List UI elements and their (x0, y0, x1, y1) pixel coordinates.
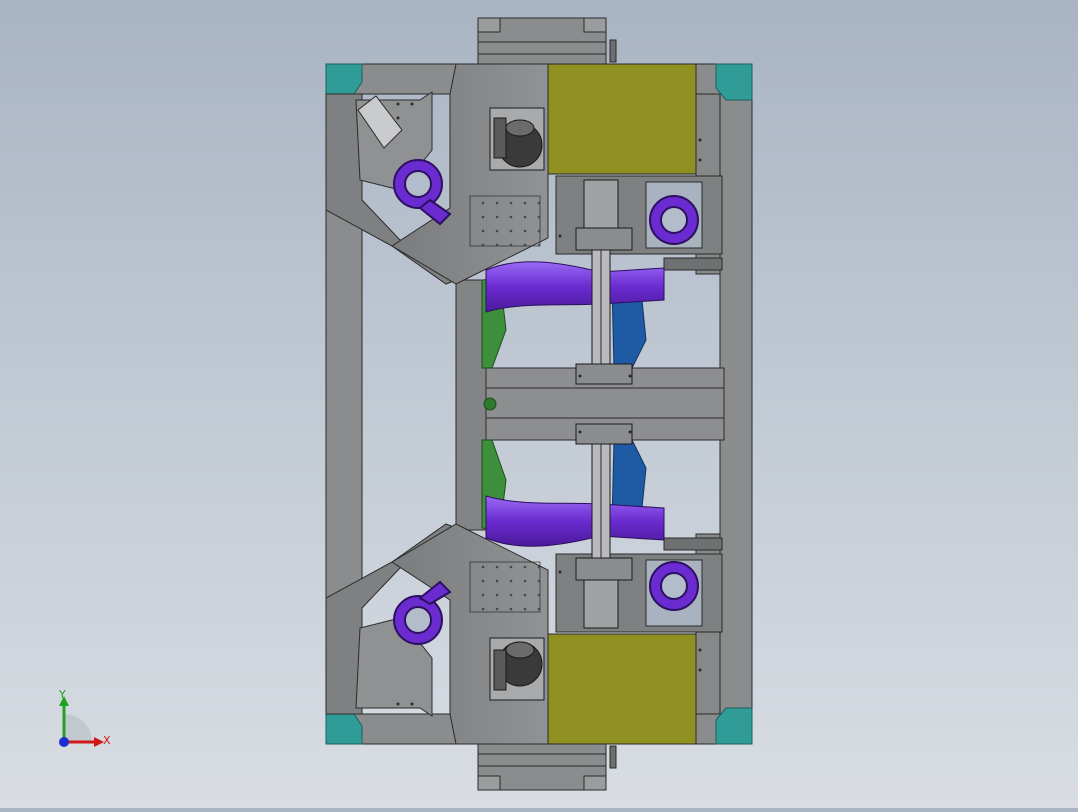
ring-bottom-right (649, 561, 699, 611)
cad-viewport[interactable]: Y X (0, 0, 1078, 808)
ring-top-left (393, 159, 452, 226)
fixture-assembly-drawing (325, 17, 753, 791)
bottom-mount-bracket (477, 741, 617, 791)
upper-motor (489, 107, 545, 171)
ring-bottom-left (393, 580, 452, 645)
top-mount-bracket (477, 17, 617, 67)
triad-x-label: X (103, 734, 111, 747)
ring-top-right (649, 195, 699, 245)
lower-motor (489, 637, 545, 701)
lower-olive-box (547, 633, 697, 745)
triad-y-label: Y (59, 688, 66, 701)
z-axis-dot (59, 737, 69, 747)
upper-olive-box (547, 63, 697, 175)
